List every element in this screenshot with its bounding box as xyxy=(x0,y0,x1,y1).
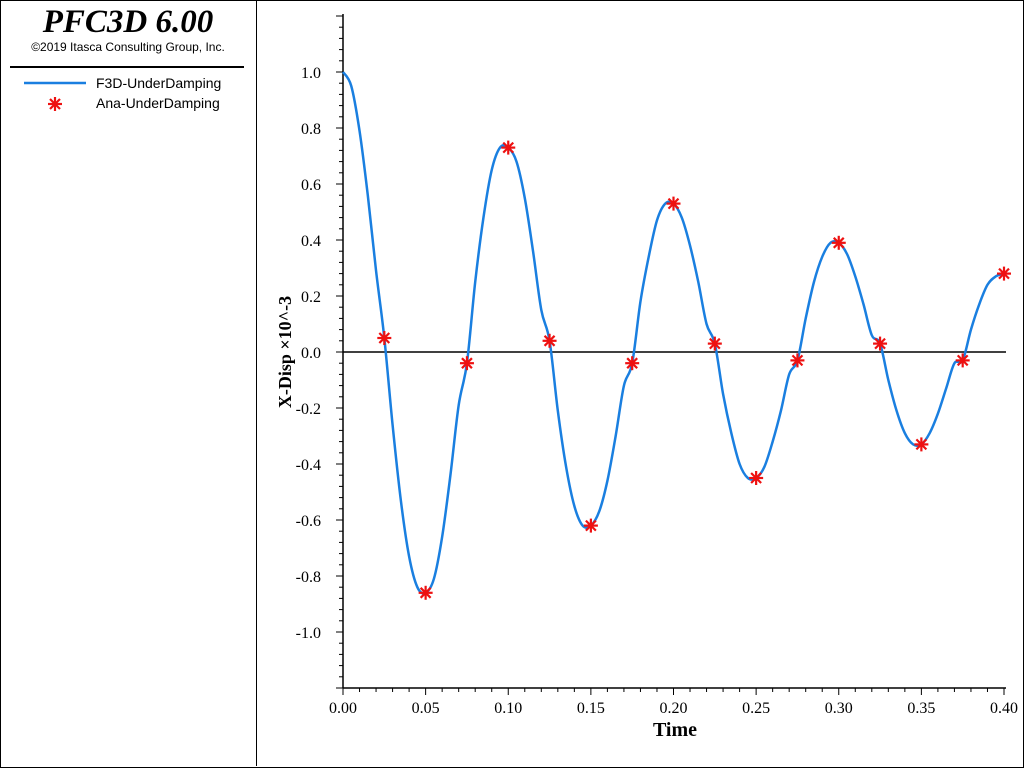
y-tick-label: -0.2 xyxy=(296,401,321,418)
x-axis-label: Time xyxy=(653,719,697,741)
data-point-ana xyxy=(459,356,474,371)
legend-label: Ana-UnderDamping xyxy=(96,95,220,111)
x-tick-label: 0.15 xyxy=(577,700,605,717)
asterisk-marker-icon xyxy=(48,97,62,111)
data-point-ana xyxy=(418,585,433,600)
data-point-ana xyxy=(542,333,557,348)
legend-divider xyxy=(10,66,244,68)
y-tick-label: 0.0 xyxy=(301,345,321,362)
data-point-ana xyxy=(831,235,846,250)
x-tick-label: 0.40 xyxy=(990,700,1018,717)
x-tick-label: 0.20 xyxy=(660,700,688,717)
data-point-ana xyxy=(955,353,970,368)
data-point-ana xyxy=(914,437,929,452)
data-point-ana xyxy=(749,471,764,485)
data-point-ana xyxy=(873,336,888,351)
series-layer xyxy=(341,71,1011,600)
data-point-ana xyxy=(666,196,681,211)
x-tick-label: 0.00 xyxy=(329,700,357,717)
legend-item-ana: Ana-UnderDamping xyxy=(24,94,248,112)
y-tick-label: 0.8 xyxy=(301,121,321,138)
data-point-ana xyxy=(625,356,640,371)
data-point-ana xyxy=(790,353,805,368)
data-point-ana xyxy=(377,331,392,345)
x-tick-label: 0.05 xyxy=(412,700,440,717)
legend-panel: PFC3D 6.00 ©2019 Itasca Consulting Group… xyxy=(0,0,257,766)
data-point-ana xyxy=(707,336,722,351)
x-tick-label: 0.10 xyxy=(494,700,522,717)
y-tick-label: -0.6 xyxy=(296,513,321,530)
line-symbol-icon xyxy=(24,81,86,85)
data-point-ana xyxy=(997,266,1011,281)
y-axis-label: X-Disp ×10^-3 xyxy=(275,296,295,408)
app-title: PFC3D 6.00 xyxy=(42,4,214,40)
legend-label: F3D-UnderDamping xyxy=(96,75,222,91)
y-tick-label: 0.2 xyxy=(301,289,321,306)
x-tick-label: 0.35 xyxy=(907,700,935,717)
y-tick-label: 0.6 xyxy=(301,177,321,194)
axes: 1.0 0.8 0.6 0.4 0.2 0.0 -0.2 -0.4 -0.6 -0.8 -1.0 0.… xyxy=(296,14,1018,717)
plot-area: 1.0 0.8 0.6 0.4 0.2 0.0 -0.2 -0.4 -0.6 -0.8 -1.0 0.… xyxy=(275,14,1018,741)
y-tick-label: -0.8 xyxy=(296,569,321,586)
series-line-f3d xyxy=(341,71,1005,595)
legend-item-f3d: F3D-UnderDamping xyxy=(24,74,248,92)
x-tick-label: 0.30 xyxy=(825,700,853,717)
y-tick-label: 0.4 xyxy=(301,233,321,250)
x-tick-label: 0.25 xyxy=(742,700,770,717)
y-tick-label: 1.0 xyxy=(301,65,321,82)
data-point-ana xyxy=(501,140,516,155)
data-point-ana xyxy=(583,518,598,533)
y-tick-label: -1.0 xyxy=(296,625,321,642)
y-tick-label: -0.4 xyxy=(296,457,321,474)
copyright-text: ©2019 Itasca Consulting Group, Inc. xyxy=(31,40,225,54)
